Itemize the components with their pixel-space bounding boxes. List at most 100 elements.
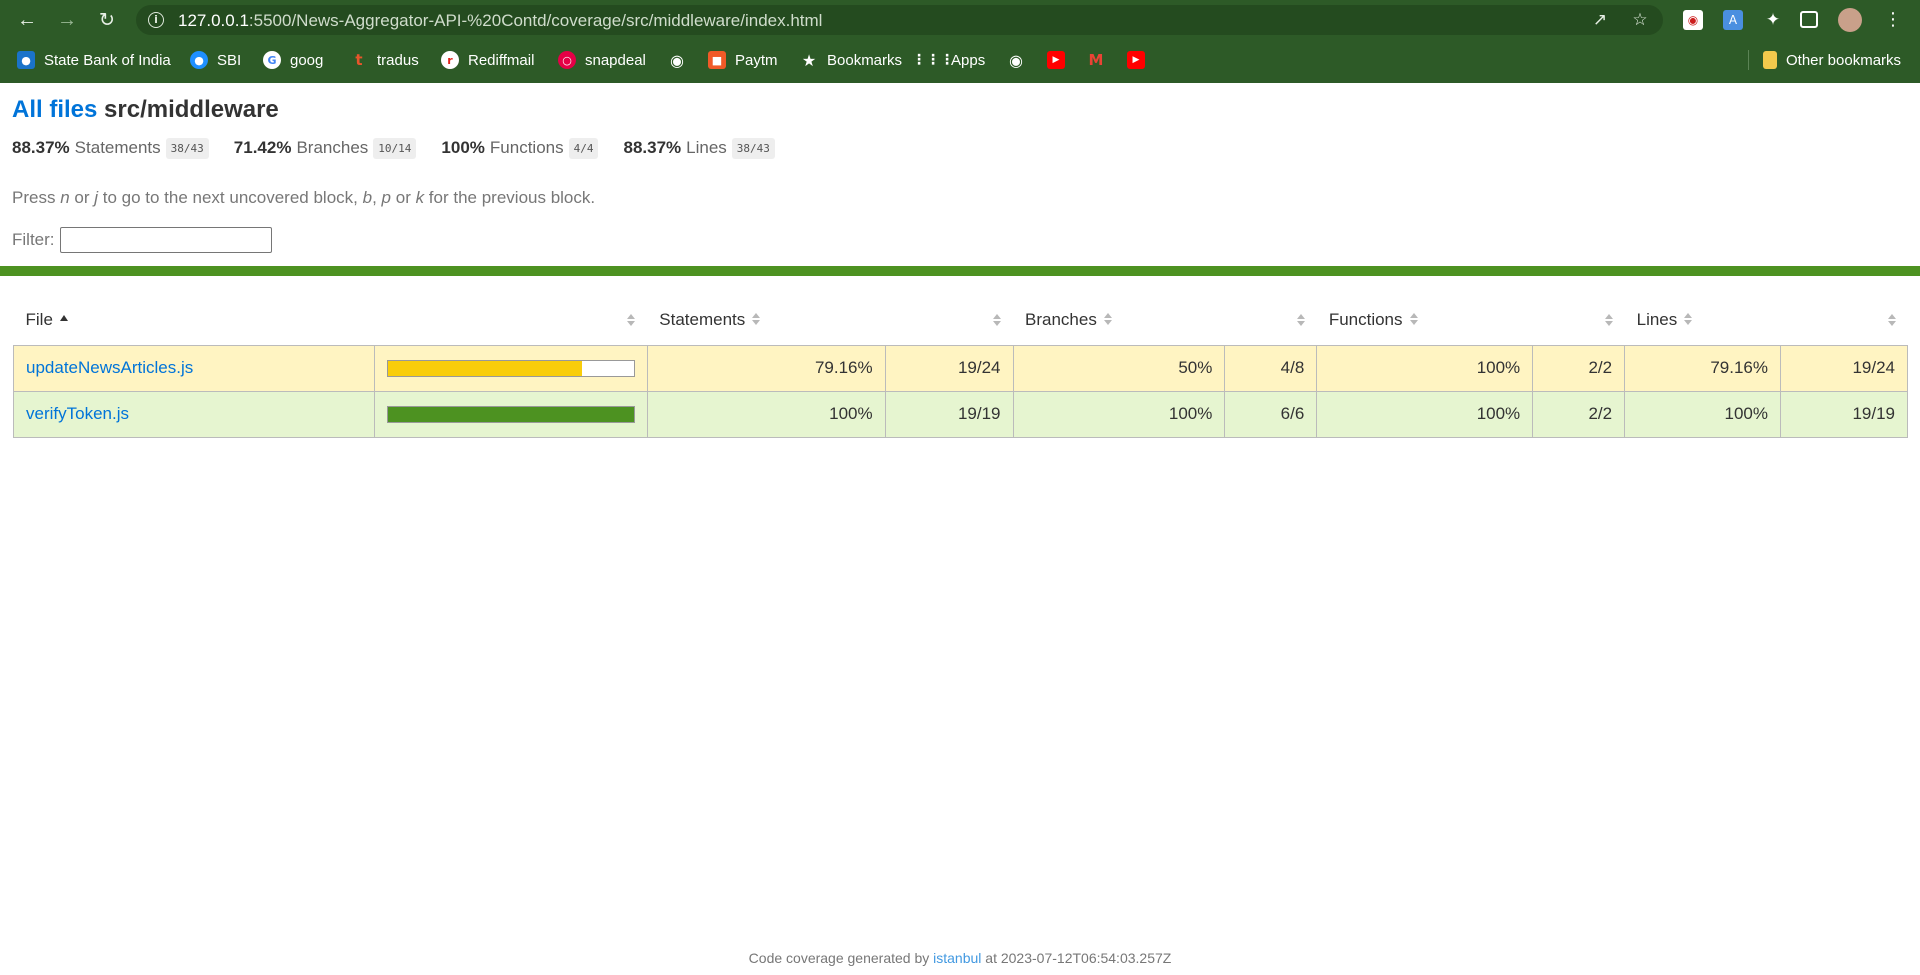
paytm-icon: ■ [708,51,726,69]
bookmark-tradus[interactable]: t tradus [350,50,419,70]
page-title: All files src/middleware [12,96,279,124]
site-info-icon[interactable]: i [148,12,164,28]
summary-fraction: 38/43 [731,137,775,159]
summary-pct: 71.42% [233,138,292,157]
functions-frac: 2/2 [1532,390,1626,438]
file-link[interactable]: updateNewsArticles.js [26,358,193,377]
bookmark-label: Rediffmail [468,51,535,69]
lines-pct: 100% [1624,390,1781,438]
bookmarks-divider [1748,50,1749,70]
bookmark-state-bank-of-india[interactable]: ● State Bank of India [17,50,171,70]
bookmark-label: Bookmarks [827,51,903,69]
summary-branches: 71.42% Branches 10/14 [233,137,417,159]
summary-statements: 88.37% Statements 38/43 [12,137,209,159]
bookmark-label: SBI [217,51,242,69]
menu-kebab-icon[interactable]: ⋮ [1884,10,1902,30]
other-bookmarks[interactable]: Other bookmarks [1763,50,1901,70]
header-file[interactable]: File [14,295,375,345]
functions-pct: 100% [1316,344,1534,392]
filter-label: Filter: [12,230,55,249]
summary-label: Functions [489,138,564,157]
bookmark-apps[interactable]: ⋮⋮⋮ Apps [912,50,985,70]
statements-pct: 79.16% [646,344,886,392]
header-lines[interactable]: Lines [1625,295,1781,345]
branches-pct: 50% [1012,344,1226,392]
header-branches-frac[interactable] [1225,295,1317,345]
bookmark-gmail[interactable]: M [1087,50,1114,70]
back-icon[interactable]: ← [16,9,38,31]
all-files-link[interactable]: All files [12,96,97,123]
file-link[interactable]: verifyToken.js [26,404,129,423]
side-panel-icon[interactable] [1800,11,1818,28]
summary-pct: 88.37% [12,138,70,157]
sort-icon [993,314,1002,326]
statements-frac: 19/24 [884,344,1014,392]
star-icon: ★ [801,50,817,70]
bookmark-goog[interactable]: G goog [263,50,323,70]
header-branches[interactable]: Branches [1013,295,1225,345]
sort-icon [1296,314,1305,326]
branches-frac: 4/8 [1224,344,1318,392]
apps-grid-icon: ⋮⋮⋮ [912,52,954,68]
bookmark-youtube-2[interactable]: ▶ [1127,50,1154,70]
key-k: k [415,188,425,207]
reload-icon[interactable]: ↻ [96,9,118,31]
bookmark-label: Paytm [735,51,778,69]
header-functions-frac[interactable] [1533,295,1625,345]
bookmark-star-icon[interactable]: ☆ [1631,11,1649,29]
url-host: 127.0.0.1 [178,11,249,30]
functions-frac: 2/2 [1532,344,1626,392]
header-lines-frac[interactable] [1781,295,1908,345]
extensions-puzzle-icon[interactable]: ✦ [1763,10,1783,30]
coverage-summary: 88.37% Statements 38/43 71.42% Branches … [12,136,800,160]
header-statements-frac[interactable] [885,295,1013,345]
lines-frac: 19/19 [1780,390,1908,438]
browser-toolbar: ← → ↻ i 127.0.0.1:5500/News-Aggregator-A… [0,0,1920,83]
bookmark-label: goog [290,51,324,69]
address-bar[interactable]: i 127.0.0.1:5500/News-Aggregator-API-%20… [136,5,1663,35]
bookmark-sbi[interactable]: ● SBI [190,50,241,70]
coverage-bar-fill [387,360,583,376]
header-functions[interactable]: Functions [1317,295,1533,345]
summary-fraction: 38/43 [165,137,209,159]
sort-ascending-icon [59,315,68,322]
branches-frac: 6/6 [1224,390,1318,438]
forward-icon[interactable]: → [56,9,78,31]
functions-pct: 100% [1316,390,1534,438]
extension-pocket-icon[interactable]: ◉ [1683,10,1703,30]
bookmark-bookmarks[interactable]: ★ Bookmarks [800,50,902,70]
istanbul-link[interactable]: istanbul [933,950,981,966]
sbi-bank-icon: ● [17,51,35,69]
youtube-icon: ▶ [1047,51,1065,69]
share-icon[interactable]: ↗ [1591,11,1609,29]
filter-input[interactable] [59,227,272,253]
summary-label: Branches [296,138,369,157]
folder-icon [1763,51,1777,69]
bookmark-globe-1[interactable]: ◉ [668,50,695,70]
bookmark-label: State Bank of India [44,51,171,69]
other-bookmarks-label: Other bookmarks [1786,51,1902,69]
table-row: updateNewsArticles.js 79.16% 19/24 50% 4… [13,344,1908,392]
coverage-status-line [0,266,1920,276]
bookmark-globe-2[interactable]: ◉ [1007,50,1034,70]
header-file-bar[interactable] [374,295,647,345]
bookmark-youtube-1[interactable]: ▶ [1047,50,1074,70]
bookmark-label: tradus [377,51,419,69]
key-n: n [60,188,70,207]
footer-prefix: Code coverage generated by [748,950,930,966]
summary-fraction: 10/14 [373,137,417,159]
bookmarks-bar: ● State Bank of India ● SBI G goog t tra… [0,44,1920,76]
lines-frac: 19/24 [1780,344,1908,392]
bookmark-rediffmail[interactable]: r Rediffmail [441,50,534,70]
header-statements[interactable]: Statements [647,295,885,345]
bookmark-snapdeal[interactable]: ○ snapdeal [558,50,646,70]
summary-pct: 100% [441,138,485,157]
statements-frac: 19/19 [884,390,1014,438]
url-text[interactable]: 127.0.0.1:5500/News-Aggregator-API-%20Co… [178,11,822,31]
bookmark-paytm[interactable]: ■ Paytm [708,50,778,70]
profile-avatar[interactable] [1838,8,1862,32]
filter-row: Filter: [12,227,272,253]
youtube-icon: ▶ [1127,51,1145,69]
google-icon: G [263,51,281,69]
extension-translate-icon[interactable]: A [1723,10,1743,30]
